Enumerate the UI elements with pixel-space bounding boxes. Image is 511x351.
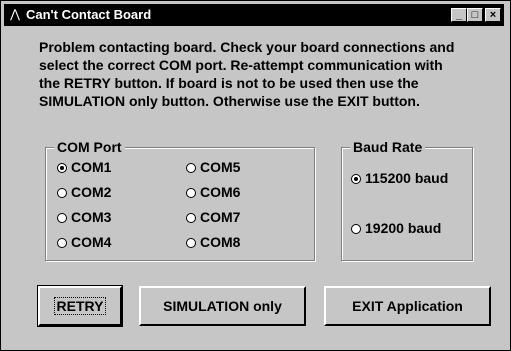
radio-unselected-icon <box>186 188 196 198</box>
baud-rate-label: Baud Rate <box>350 138 426 156</box>
com-port-label: COM Port <box>54 138 125 156</box>
app-icon: ⋀ <box>10 7 20 21</box>
radio-com4[interactable]: COM4 <box>57 233 111 251</box>
title-bar[interactable]: ⋀ Can't Contact Board _ □ × <box>4 4 504 26</box>
retry-button[interactable]: RETRY <box>37 285 123 327</box>
radio-unselected-icon <box>186 238 196 248</box>
radio-com8[interactable]: COM8 <box>186 233 240 251</box>
radio-unselected-icon <box>186 163 196 173</box>
exit-application-button[interactable]: EXIT Application <box>324 286 491 326</box>
radio-unselected-icon <box>57 213 67 223</box>
radio-unselected-icon <box>57 188 67 198</box>
radio-selected-icon <box>351 174 361 184</box>
simulation-only-button[interactable]: SIMULATION only <box>139 286 306 326</box>
window-title: Can't Contact Board <box>26 7 152 22</box>
minimize-button[interactable]: _ <box>451 8 467 22</box>
radio-com3[interactable]: COM3 <box>57 208 111 226</box>
radio-unselected-icon <box>351 224 361 234</box>
dialog-window: ⋀ Can't Contact Board _ □ × Problem cont… <box>0 0 511 351</box>
radio-com2[interactable]: COM2 <box>57 183 111 201</box>
radio-com5[interactable]: COM5 <box>186 158 240 176</box>
radio-unselected-icon <box>186 213 196 223</box>
error-message: Problem contacting board. Check your boa… <box>39 39 455 109</box>
radio-baud-115200[interactable]: 115200 baud <box>351 169 448 187</box>
baud-rate-group: Baud Rate <box>341 138 473 261</box>
close-button[interactable]: × <box>485 8 501 22</box>
radio-baud-19200[interactable]: 19200 baud <box>351 219 441 237</box>
radio-unselected-icon <box>57 238 67 248</box>
radio-com6[interactable]: COM6 <box>186 183 240 201</box>
radio-com7[interactable]: COM7 <box>186 208 240 226</box>
maximize-button[interactable]: □ <box>467 8 483 22</box>
radio-com1[interactable]: COM1 <box>57 158 111 176</box>
radio-selected-icon <box>57 163 67 173</box>
